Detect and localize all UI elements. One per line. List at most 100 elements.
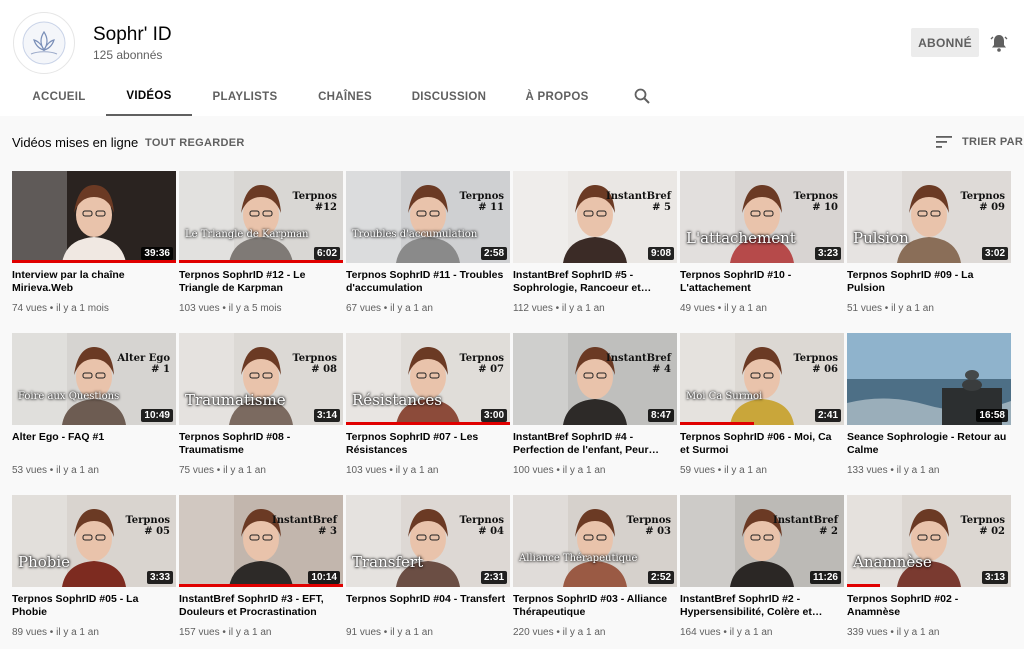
- video-thumbnail[interactable]: Terpnos # 04 Transfert 2:31: [346, 495, 510, 587]
- thumbnail-series-label: InstantBref # 3: [272, 515, 337, 537]
- video-thumbnail[interactable]: Terpnos # 11 Troubles d'accumulation 2:58: [346, 171, 510, 263]
- video-age: il y a 1 an: [561, 303, 605, 314]
- video-thumbnail[interactable]: Terpnos # 07 Résistances 3:00: [346, 333, 510, 425]
- video-duration: 10:14: [308, 571, 340, 584]
- meta-separator: •: [720, 627, 730, 638]
- video-title[interactable]: Terpnos SophrID #04 - Transfert: [346, 593, 508, 606]
- video-title[interactable]: Seance Sophrologie - Retour au Calme: [847, 431, 1009, 457]
- video-meta: 59 vues • il y a 1 an: [680, 465, 844, 476]
- watch-progress-bar: [847, 584, 880, 587]
- video-meta: 220 vues • il y a 1 an: [513, 627, 677, 638]
- video-title[interactable]: Alter Ego - FAQ #1: [12, 431, 174, 444]
- subscribe-button[interactable]: ABONNÉ: [911, 28, 979, 57]
- video-title[interactable]: InstantBref SophrID #5 - Sophrologie, Ra…: [513, 269, 675, 295]
- video-card[interactable]: Terpnos # 06 Moi Ca Surmoi 2:41 Terpnos Sop…: [680, 333, 844, 483]
- video-title[interactable]: InstantBref SophrID #4 - Perfection de l…: [513, 431, 675, 457]
- video-card[interactable]: Alter Ego # 1 Foire aux Questions 10:49 Alt…: [12, 333, 176, 483]
- thumbnail-overlay-title: Le Triangle de Karpman: [185, 229, 309, 240]
- video-thumbnail[interactable]: Terpnos # 05 Phobie 3:33: [12, 495, 176, 587]
- video-meta: 74 vues • il y a 1 mois: [12, 303, 176, 314]
- video-card[interactable]: Terpnos # 10 L'attachement 3:23 Terpnos Sop…: [680, 171, 844, 321]
- video-thumbnail[interactable]: Terpnos # 03 Alliance Thérapeutique 2:52: [513, 495, 677, 587]
- video-thumbnail[interactable]: InstantBref # 4 8:47: [513, 333, 677, 425]
- video-title[interactable]: Terpnos SophrID #06 - Moi, Ca et Surmoi: [680, 431, 842, 457]
- thumbnail-overlay-title: Transfert: [352, 553, 424, 571]
- video-card[interactable]: Terpnos #12 Le Triangle de Karpman 6:02 Ter…: [179, 171, 343, 321]
- video-duration: 2:52: [647, 571, 674, 584]
- meta-separator: •: [553, 465, 563, 476]
- video-meta: 112 vues • il y a 1 an: [513, 303, 677, 314]
- video-thumbnail[interactable]: Terpnos # 02 Anamnèse 3:13: [847, 495, 1011, 587]
- video-title[interactable]: Terpnos SophrID #08 - Traumatisme: [179, 431, 341, 457]
- video-thumbnail[interactable]: Terpnos # 08 Traumatisme 3:14: [179, 333, 343, 425]
- video-age: il y a 1 an: [562, 627, 606, 638]
- thumbnail-series-label: Terpnos # 05: [125, 515, 171, 537]
- video-card[interactable]: 39:36 Interview par la chaîne Mirieva.Web…: [12, 171, 176, 321]
- video-card[interactable]: InstantBref # 5 9:08 InstantBref SophrID #…: [513, 171, 677, 321]
- video-meta: 339 vues • il y a 1 an: [847, 627, 1011, 638]
- meta-separator: •: [47, 627, 57, 638]
- video-title[interactable]: InstantBref SophrID #2 - Hypersensibilit…: [680, 593, 842, 619]
- video-title[interactable]: Terpnos SophrID #12 - Le Triangle de Kar…: [179, 269, 341, 295]
- watch-progress-bar: [179, 260, 343, 263]
- search-icon[interactable]: [633, 87, 651, 105]
- video-card[interactable]: Terpnos # 04 Transfert 2:31 Terpnos SophrID…: [346, 495, 510, 645]
- thumbnail-overlay-title: Anamnèse: [853, 553, 932, 571]
- video-title[interactable]: Terpnos SophrID #11 - Troubles d'accumul…: [346, 269, 508, 295]
- video-thumbnail[interactable]: Terpnos # 09 Pulsion 3:02: [847, 171, 1011, 263]
- thumbnail-series-label: Terpnos # 11: [459, 191, 505, 213]
- video-meta: 51 vues • il y a 1 an: [847, 303, 1011, 314]
- video-card[interactable]: Terpnos # 05 Phobie 3:33 Terpnos SophrID #0…: [12, 495, 176, 645]
- tab-discussion[interactable]: DISCUSSION: [408, 78, 490, 116]
- video-title[interactable]: Terpnos SophrID #07 - Les Résistances: [346, 431, 508, 457]
- video-title[interactable]: Terpnos SophrID #09 - La Pulsion: [847, 269, 1009, 295]
- video-card[interactable]: Terpnos # 09 Pulsion 3:02 Terpnos SophrID #…: [847, 171, 1011, 321]
- thumbnail-overlay-title: Troubles d'accumulation: [352, 229, 478, 240]
- thumbnail-series-label: Terpnos # 10: [793, 191, 839, 213]
- thumbnail-series-label: Terpnos # 04: [459, 515, 505, 537]
- video-age: il y a 1 an: [562, 465, 606, 476]
- video-thumbnail[interactable]: Alter Ego # 1 Foire aux Questions 10:49: [12, 333, 176, 425]
- video-thumbnail[interactable]: Terpnos # 10 L'attachement 3:23: [680, 171, 844, 263]
- video-meta: 164 vues • il y a 1 an: [680, 627, 844, 638]
- video-title[interactable]: Terpnos SophrID #05 - La Phobie: [12, 593, 174, 619]
- video-card[interactable]: Terpnos # 03 Alliance Thérapeutique 2:52 Te…: [513, 495, 677, 645]
- video-card[interactable]: Terpnos # 11 Troubles d'accumulation 2:58 T…: [346, 171, 510, 321]
- video-card[interactable]: InstantBref # 2 11:26 InstantBref SophrID …: [680, 495, 844, 645]
- thumbnail-series-label: Terpnos #12: [292, 191, 338, 213]
- video-thumbnail[interactable]: InstantBref # 2 11:26: [680, 495, 844, 587]
- sort-icon[interactable]: [936, 135, 953, 149]
- tab-accueil[interactable]: ACCUEIL: [26, 78, 92, 116]
- video-title[interactable]: Terpnos SophrID #10 - L'attachement: [680, 269, 842, 295]
- video-card[interactable]: Terpnos # 08 Traumatisme 3:14 Terpnos Sophr…: [179, 333, 343, 483]
- video-card[interactable]: Terpnos # 02 Anamnèse 3:13 Terpnos SophrID …: [847, 495, 1011, 645]
- video-title[interactable]: Terpnos SophrID #02 - Anamnèse: [847, 593, 1009, 619]
- video-thumbnail[interactable]: 16:58: [847, 333, 1011, 425]
- video-thumbnail[interactable]: Terpnos # 06 Moi Ca Surmoi 2:41: [680, 333, 844, 425]
- video-title[interactable]: Interview par la chaîne Mirieva.Web: [12, 269, 174, 295]
- video-thumbnail[interactable]: 39:36: [12, 171, 176, 263]
- video-card[interactable]: InstantBref # 4 8:47 InstantBref SophrID #…: [513, 333, 677, 483]
- video-card[interactable]: Terpnos # 07 Résistances 3:00 Terpnos Sophr…: [346, 333, 510, 483]
- video-meta: 103 vues • il y a 1 an: [346, 465, 510, 476]
- watch-all-button[interactable]: TOUT REGARDER: [145, 137, 245, 149]
- video-thumbnail[interactable]: InstantBref # 5 9:08: [513, 171, 677, 263]
- channel-avatar[interactable]: [13, 12, 75, 74]
- video-meta: 89 vues • il y a 1 an: [12, 627, 176, 638]
- tab-videos[interactable]: VIDÉOS: [106, 78, 192, 116]
- video-age: il y a 1 an: [395, 465, 439, 476]
- video-thumbnail[interactable]: InstantBref # 3 10:14: [179, 495, 343, 587]
- video-duration: 9:08: [647, 247, 674, 260]
- video-card[interactable]: 16:58 Seance Sophrologie - Retour au Calm…: [847, 333, 1011, 483]
- video-title[interactable]: Terpnos SophrID #03 - Alliance Thérapeut…: [513, 593, 675, 619]
- tab-a-propos[interactable]: À PROPOS: [518, 78, 596, 116]
- video-thumbnail[interactable]: Terpnos #12 Le Triangle de Karpman 6:02: [179, 171, 343, 263]
- tab-playlists[interactable]: PLAYLISTS: [206, 78, 284, 116]
- video-age: il y a 1 an: [223, 465, 266, 476]
- bell-icon[interactable]: [988, 32, 1010, 54]
- video-card[interactable]: InstantBref # 3 10:14 InstantBref SophrID …: [179, 495, 343, 645]
- video-meta: 53 vues • il y a 1 an: [12, 465, 176, 476]
- tab-chaines[interactable]: CHAÎNES: [310, 78, 380, 116]
- video-title[interactable]: InstantBref SophrID #3 - EFT, Douleurs e…: [179, 593, 341, 619]
- sort-button[interactable]: TRIER PAR: [962, 136, 1023, 148]
